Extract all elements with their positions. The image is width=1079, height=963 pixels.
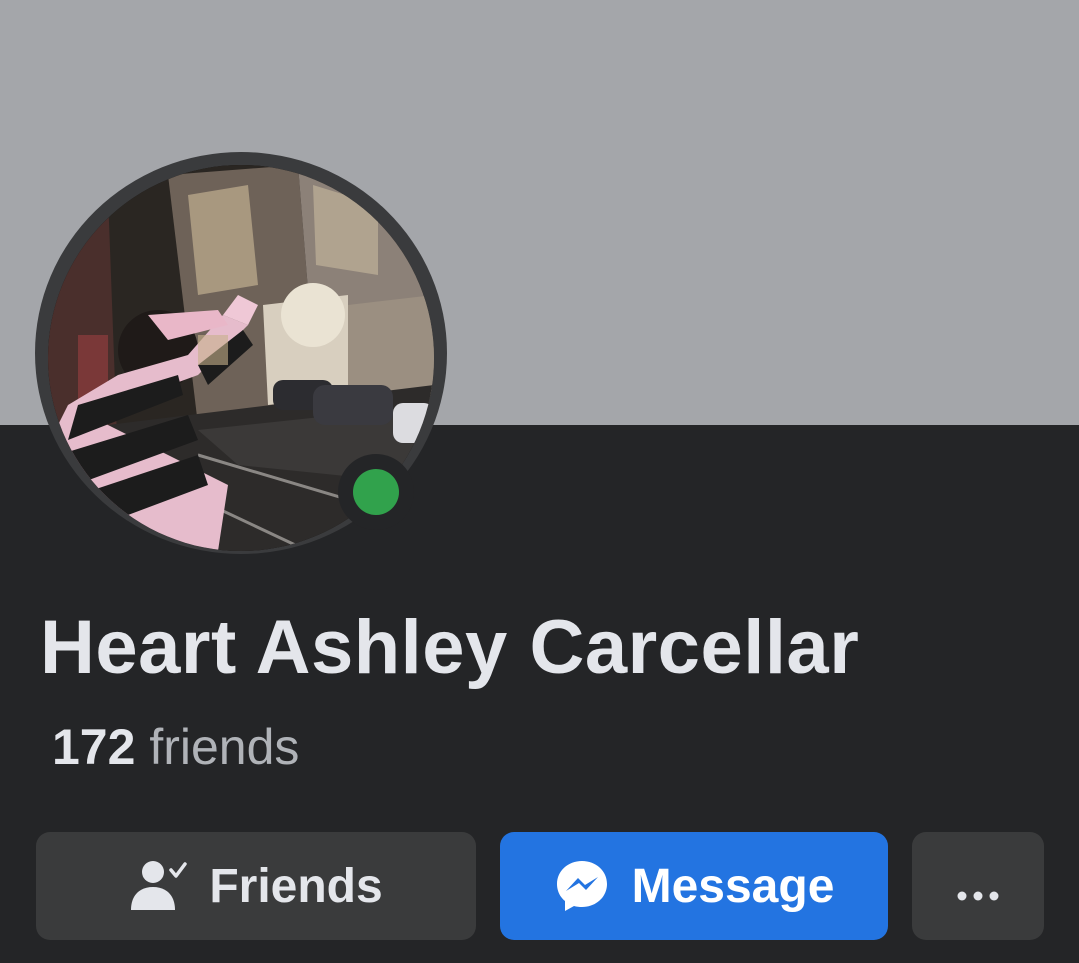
online-status-dot xyxy=(353,469,399,515)
more-button[interactable] xyxy=(912,832,1044,940)
friends-count-number: 172 xyxy=(52,719,136,775)
profile-name: Heart Ashley Carcellar xyxy=(40,605,860,690)
friends-button-label: Friends xyxy=(209,859,383,913)
message-button-label: Message xyxy=(631,859,835,913)
messenger-icon xyxy=(554,858,610,914)
friends-button[interactable]: Friends xyxy=(36,832,476,940)
person-check-icon xyxy=(129,860,188,912)
online-status-ring xyxy=(338,454,414,530)
friends-count-label: friends xyxy=(149,719,300,775)
profile-picture[interactable] xyxy=(35,152,447,554)
friends-count[interactable]: 172 friends xyxy=(52,718,299,776)
message-button[interactable]: Message xyxy=(500,832,888,940)
more-dots-icon xyxy=(956,859,1000,914)
